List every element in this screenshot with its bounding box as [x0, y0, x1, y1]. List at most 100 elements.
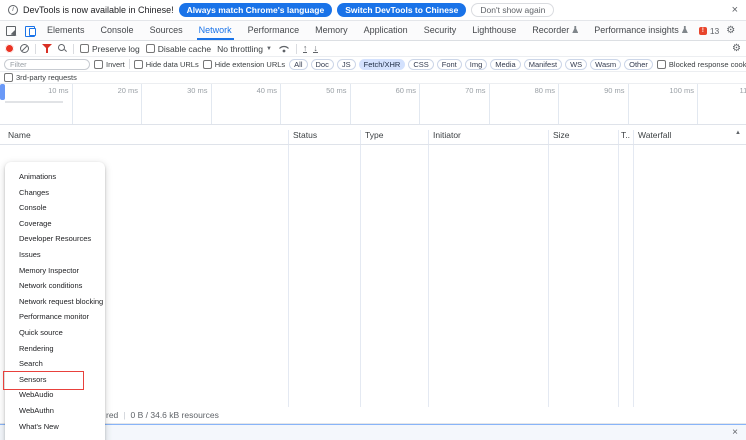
- checkbox[interactable]: [145, 44, 155, 53]
- request-type-pills: All Doc JS Fetch/XHR CSS Font Img Media …: [289, 58, 653, 70]
- filter-pill[interactable]: Doc: [310, 58, 334, 70]
- panel-tab[interactable]: Elements: [45, 21, 87, 40]
- settings-gear-icon[interactable]: ⚙: [726, 25, 735, 36]
- third-party-checkbox[interactable]: 3rd-party requests: [4, 73, 77, 82]
- blocked-response-cookies-checkbox[interactable]: Blocked response cookies: [656, 59, 746, 69]
- menu-item[interactable]: Rendering: [5, 341, 105, 357]
- devtools-tab-bar: Elements Console Sources Network Perform…: [0, 21, 746, 41]
- network-conditions-icon[interactable]: [278, 44, 290, 53]
- menu-item[interactable]: Changes: [5, 185, 105, 201]
- menu-item[interactable]: Network request blocking: [5, 294, 105, 310]
- filter-pill[interactable]: Font: [436, 58, 462, 70]
- overview-placeholder-bar: [5, 101, 63, 103]
- column-header-status[interactable]: Status: [293, 130, 317, 140]
- filter-input[interactable]: [4, 58, 90, 70]
- tick-label: 20 ms: [117, 86, 138, 95]
- filter-pill[interactable]: All: [289, 58, 308, 70]
- hide-data-urls-checkbox[interactable]: Hide data URLs: [133, 59, 199, 69]
- filter-funnel-icon[interactable]: [42, 44, 52, 53]
- network-settings-gear-icon[interactable]: ⚙: [732, 43, 741, 54]
- panel-tab[interactable]: Performance insights: [592, 21, 690, 40]
- sort-ascending-icon[interactable]: ▲: [735, 130, 741, 136]
- column-header-name[interactable]: Name: [8, 130, 31, 140]
- menu-item[interactable]: What's New: [5, 419, 105, 435]
- import-har-icon[interactable]: ↑: [302, 44, 308, 53]
- switch-devtools-chinese-button[interactable]: Switch DevTools to Chinese: [337, 3, 467, 17]
- devtools-window: i DevTools is now available in Chinese! …: [0, 0, 746, 440]
- search-icon[interactable]: [58, 44, 67, 53]
- annotation-highlight-box: [3, 371, 84, 390]
- menu-item[interactable]: Animations: [5, 169, 105, 185]
- panel-tab[interactable]: Memory: [313, 21, 350, 40]
- menu-item[interactable]: Console: [5, 200, 105, 216]
- menu-item[interactable]: Issues: [5, 247, 105, 263]
- device-toolbar-icon[interactable]: [25, 25, 36, 37]
- filter-pill[interactable]: Wasm: [590, 58, 622, 70]
- third-party-row: 3rd-party requests: [0, 72, 746, 84]
- tick-label: 30 ms: [187, 86, 208, 95]
- menu-item[interactable]: WebAuthn: [5, 403, 105, 419]
- menu-item[interactable]: Search: [5, 356, 105, 372]
- ruler-cell: 90 ms: [559, 84, 629, 124]
- disable-cache-checkbox[interactable]: Disable cache: [145, 44, 211, 54]
- tick-label: 10 ms: [48, 86, 69, 95]
- menu-item[interactable]: Memory Inspector: [5, 263, 105, 279]
- clear-icon[interactable]: [20, 44, 29, 53]
- menu-item[interactable]: Performance monitor: [5, 309, 105, 325]
- panel-tab[interactable]: Recorder: [530, 21, 580, 40]
- filter-pill[interactable]: CSS: [408, 58, 434, 70]
- checkbox[interactable]: [202, 59, 212, 69]
- export-har-icon[interactable]: ↓: [313, 44, 318, 53]
- panel-tab[interactable]: Application: [362, 21, 410, 40]
- filter-pill[interactable]: Media: [490, 58, 521, 70]
- drawer-bar: ×: [0, 424, 746, 440]
- checkbox[interactable]: [133, 59, 143, 69]
- column-header-waterfall[interactable]: Waterfall: [638, 130, 671, 140]
- menu-item[interactable]: Developer Resources: [5, 231, 105, 247]
- issues-badge[interactable]: ! 13: [698, 26, 719, 36]
- checkbox[interactable]: [80, 44, 89, 53]
- menu-item[interactable]: Coverage: [5, 216, 105, 232]
- menu-item[interactable]: Quick source: [5, 325, 105, 341]
- column-header-type[interactable]: Type: [365, 130, 383, 140]
- hide-extension-urls-checkbox[interactable]: Hide extension URLs: [202, 59, 285, 69]
- filter-pill[interactable]: WS: [565, 58, 588, 70]
- ruler-cell: 60 ms: [351, 84, 420, 124]
- panel-tabs: Elements Console Sources Network Perform…: [45, 21, 690, 40]
- filter-pill[interactable]: Other: [624, 58, 653, 70]
- checkbox[interactable]: [4, 73, 13, 82]
- tick-label: 40 ms: [256, 86, 277, 95]
- column-header-initiator[interactable]: Initiator: [433, 130, 461, 140]
- menu-item[interactable]: Network conditions: [5, 278, 105, 294]
- column-header-size[interactable]: Size: [553, 130, 570, 140]
- tick-label: 50 ms: [326, 86, 347, 95]
- panel-tab[interactable]: Network: [196, 21, 234, 40]
- status-transferred-partial: red: [106, 410, 119, 420]
- panel-tab[interactable]: Security: [422, 21, 459, 40]
- dont-show-again-button[interactable]: Don't show again: [471, 3, 555, 17]
- preserve-log-checkbox[interactable]: Preserve log: [80, 44, 140, 54]
- panel-tab[interactable]: Sources: [148, 21, 185, 40]
- panel-tab[interactable]: Console: [99, 21, 136, 40]
- overview-drag-handle[interactable]: [0, 84, 5, 100]
- chevron-down-icon: ▼: [265, 45, 272, 52]
- column-header-time[interactable]: T..: [621, 130, 630, 140]
- tick-label: 70 ms: [465, 86, 486, 95]
- filter-pill[interactable]: Manifest: [523, 58, 563, 70]
- filter-pill[interactable]: JS: [336, 58, 356, 70]
- invert-checkbox[interactable]: Invert: [94, 59, 125, 69]
- drawer-close-icon[interactable]: ×: [732, 427, 738, 438]
- ruler-cell: 100 ms: [629, 84, 698, 124]
- record-icon[interactable]: [5, 44, 14, 53]
- filter-pill[interactable]: Fetch/XHR: [358, 58, 406, 70]
- match-chrome-language-button[interactable]: Always match Chrome's language: [178, 3, 333, 17]
- checkbox[interactable]: [656, 59, 666, 69]
- panel-tab[interactable]: Lighthouse: [470, 21, 518, 40]
- checkbox[interactable]: [94, 59, 103, 69]
- filter-pill[interactable]: Img: [464, 58, 488, 70]
- inspect-element-icon[interactable]: [6, 25, 16, 36]
- notification-close-icon[interactable]: ×: [732, 4, 738, 16]
- throttling-select[interactable]: No throttling ▼: [217, 44, 272, 54]
- kebab-menu-icon[interactable]: ⋮: [742, 25, 746, 36]
- panel-tab[interactable]: Performance: [246, 21, 302, 40]
